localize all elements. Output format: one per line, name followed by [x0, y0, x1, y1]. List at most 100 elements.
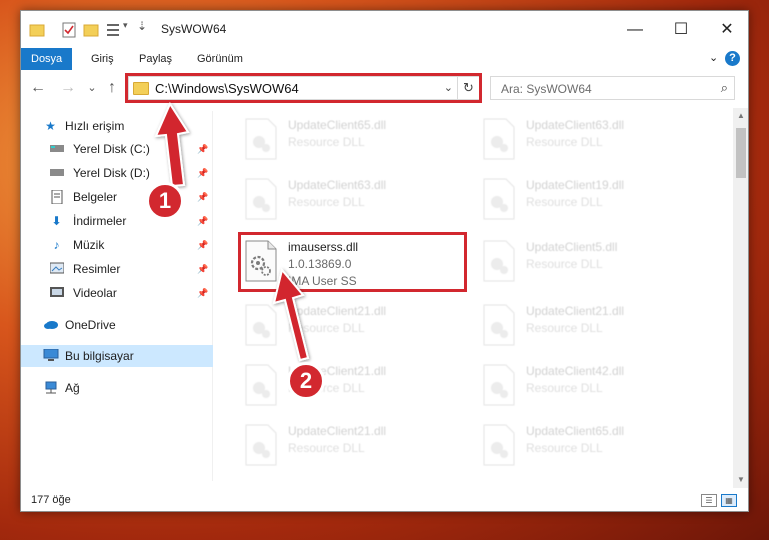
file-name: UpdateClient63.dll [288, 178, 387, 192]
sidebar-item-onedrive[interactable]: OneDrive [21, 314, 213, 336]
minimize-button[interactable]: — [612, 11, 658, 48]
sidebar-item-disk-d[interactable]: Yerel Disk (D:) 📌 [21, 162, 213, 184]
file-tile[interactable]: UpdateClient63.dll Resource DLL [474, 112, 699, 166]
tab-paylas[interactable]: Paylaş [129, 48, 182, 70]
customize-toolbar-icon[interactable]: ⇣ [137, 19, 147, 37]
tab-giris[interactable]: Giriş [81, 48, 124, 70]
ribbon-tabs: Dosya Giriş Paylaş Görünüm ⌄ ? [21, 48, 748, 70]
details-view-icon[interactable]: ☰ [701, 494, 717, 507]
file-tile[interactable]: UpdateClient21.dll Resource DLL [236, 358, 461, 412]
properties-icon[interactable] [61, 21, 77, 39]
dll-file-icon [483, 178, 515, 220]
file-name: UpdateClient21.dll [288, 424, 387, 438]
sidebar-item-label: Videolar [73, 286, 117, 300]
file-description: Resource DLL [288, 441, 365, 455]
pin-icon[interactable]: 📌 [197, 162, 208, 184]
pin-icon[interactable]: 📌 [197, 282, 208, 304]
sidebar-item-videos[interactable]: Videolar 📌 [21, 282, 213, 304]
file-name: UpdateClient63.dll [526, 118, 625, 132]
tab-gorunum[interactable]: Görünüm [187, 48, 253, 70]
dll-file-icon [483, 364, 515, 406]
file-tile[interactable]: UpdateClient65.dll Resource DLL [236, 112, 461, 166]
search-input[interactable]: Ara: SysWOW64 [501, 82, 592, 96]
network-icon [43, 381, 58, 395]
sidebar-item-label: Resimler [73, 262, 121, 276]
quick-access-dropdown-icon[interactable]: ▾ [123, 20, 128, 38]
dll-file-icon [483, 424, 515, 466]
search-icon[interactable]: ⌕ [721, 80, 728, 96]
view-options-icon[interactable] [105, 21, 121, 39]
computer-icon [43, 348, 59, 363]
sidebar-item-disk-c[interactable]: Yerel Disk (C:) 📌 [21, 138, 213, 160]
back-button[interactable]: ← [29, 79, 47, 97]
forward-button[interactable]: → [59, 79, 77, 97]
file-tile[interactable]: UpdateClient19.dll Resource DLL [474, 172, 699, 226]
scroll-down-icon[interactable]: ▼ [733, 472, 748, 488]
sidebar-item-label: OneDrive [65, 318, 116, 332]
dll-file-icon [245, 304, 277, 346]
dll-file-icon [483, 118, 515, 160]
documents-icon [49, 189, 64, 205]
file-name: UpdateClient5.dll [526, 240, 618, 254]
file-tile[interactable]: UpdateClient21.dll Resource DLL [474, 298, 699, 352]
pin-icon[interactable]: 📌 [197, 210, 208, 232]
sidebar-item-label: Belgeler [73, 190, 118, 204]
file-tile[interactable]: UpdateClient65.dll Resource DLL [474, 418, 699, 472]
file-highlight-box [238, 232, 467, 292]
sidebar-item-label: Müzik [73, 238, 105, 252]
navigation-pane: ★ Hızlı erişim Yerel Disk (C:) 📌 Yerel D… [21, 111, 213, 481]
file-tile[interactable]: UpdateClient63.dll Resource DLL [236, 172, 461, 226]
file-tile[interactable]: UpdateClient5.dll Resource DLL [474, 234, 699, 288]
search-box[interactable]: Ara: SysWOW64 ⌕ [490, 76, 735, 100]
pin-icon[interactable]: 📌 [197, 138, 208, 160]
folder-icon [29, 24, 45, 37]
scroll-up-icon[interactable]: ▲ [733, 108, 748, 124]
pin-icon[interactable]: 📌 [197, 186, 208, 208]
file-tile[interactable]: UpdateClient42.dll Resource DLL [474, 358, 699, 412]
file-name: UpdateClient65.dll [526, 424, 625, 438]
ribbon-collapse-icon[interactable]: ⌄ [709, 51, 718, 64]
file-description: Resource DLL [526, 257, 603, 271]
sidebar-item-label: Bu bilgisayar [65, 349, 134, 363]
file-name: UpdateClient42.dll [526, 364, 625, 378]
drive-icon [49, 166, 64, 180]
pin-icon[interactable]: 📌 [197, 234, 208, 256]
file-tile[interactable]: UpdateClient21.dll Resource DLL [236, 418, 461, 472]
navigation-bar: ← → ⌄ ↑ C:\Windows\SysWOW64 ⌄ ↻ Ara: Sys… [21, 70, 748, 106]
sidebar-item-documents[interactable]: Belgeler 📌 [21, 186, 213, 208]
sidebar-item-music[interactable]: ♪ Müzik 📌 [21, 234, 213, 256]
dll-file-icon [483, 304, 515, 346]
scroll-thumb[interactable] [736, 128, 746, 178]
up-button[interactable]: ↑ [103, 79, 121, 97]
help-icon[interactable]: ? [725, 51, 740, 66]
sidebar-item-label: İndirmeler [73, 214, 127, 228]
sidebar-item-downloads[interactable]: ⬇ İndirmeler 📌 [21, 210, 213, 232]
close-button[interactable]: ✕ [704, 11, 748, 48]
new-folder-icon[interactable] [83, 21, 99, 39]
sidebar-item-label: Ağ [65, 381, 80, 395]
window-title: SysWOW64 [161, 22, 227, 36]
vertical-scrollbar[interactable]: ▲ ▼ [733, 108, 748, 488]
tiles-view-icon[interactable]: ▦ [721, 494, 737, 507]
file-description: Resource DLL [526, 441, 603, 455]
sidebar-item-network[interactable]: Ağ [21, 377, 213, 399]
file-name: UpdateClient19.dll [526, 178, 625, 192]
sidebar-item-pictures[interactable]: Resimler 📌 [21, 258, 213, 280]
maximize-button[interactable]: ☐ [658, 11, 704, 48]
explorer-window: ▾ ⇣ SysWOW64 — ☐ ✕ Dosya Giriş Paylaş Gö… [20, 10, 749, 512]
sidebar-item-label: Hızlı erişim [65, 119, 125, 133]
callout-step-2: 2 [287, 362, 325, 400]
callout-step-1: 1 [146, 182, 184, 220]
tab-dosya[interactable]: Dosya [21, 48, 73, 70]
file-name: UpdateClient21.dll [288, 304, 387, 318]
recent-locations-button[interactable]: ⌄ [83, 81, 101, 94]
pin-icon[interactable]: 📌 [197, 258, 208, 280]
file-name: UpdateClient21.dll [526, 304, 625, 318]
dll-file-icon [483, 240, 515, 282]
sidebar-item-quick-access[interactable]: ★ Hızlı erişim [21, 115, 213, 137]
dll-file-icon [245, 424, 277, 466]
star-icon: ★ [45, 119, 56, 133]
file-tile[interactable]: UpdateClient21.dll Resource DLL [236, 298, 461, 352]
file-name: UpdateClient65.dll [288, 118, 387, 132]
sidebar-item-this-pc[interactable]: Bu bilgisayar [21, 345, 213, 367]
